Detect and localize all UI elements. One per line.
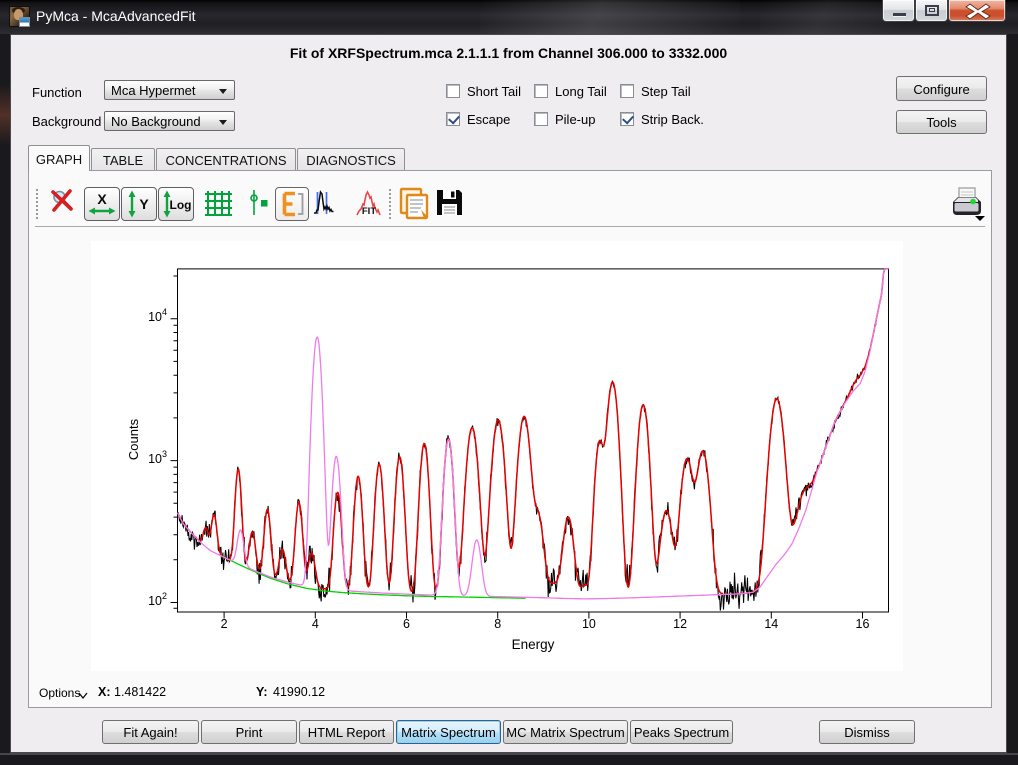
svg-text:X: X bbox=[97, 191, 107, 207]
svg-text:16: 16 bbox=[856, 617, 870, 631]
svg-text:Energy: Energy bbox=[512, 637, 555, 652]
svg-text:Y: Y bbox=[139, 196, 149, 212]
svg-text:Log: Log bbox=[170, 198, 192, 212]
svg-text:2: 2 bbox=[221, 617, 228, 631]
svg-text:12: 12 bbox=[673, 617, 687, 631]
svg-text:Counts: Counts bbox=[126, 418, 141, 460]
svg-text:8: 8 bbox=[494, 617, 501, 631]
svg-text:FIT: FIT bbox=[362, 206, 376, 217]
svg-text:6: 6 bbox=[403, 617, 410, 631]
svg-text:10: 10 bbox=[582, 617, 596, 631]
svg-text:4: 4 bbox=[312, 617, 319, 631]
svg-text:14: 14 bbox=[764, 617, 778, 631]
